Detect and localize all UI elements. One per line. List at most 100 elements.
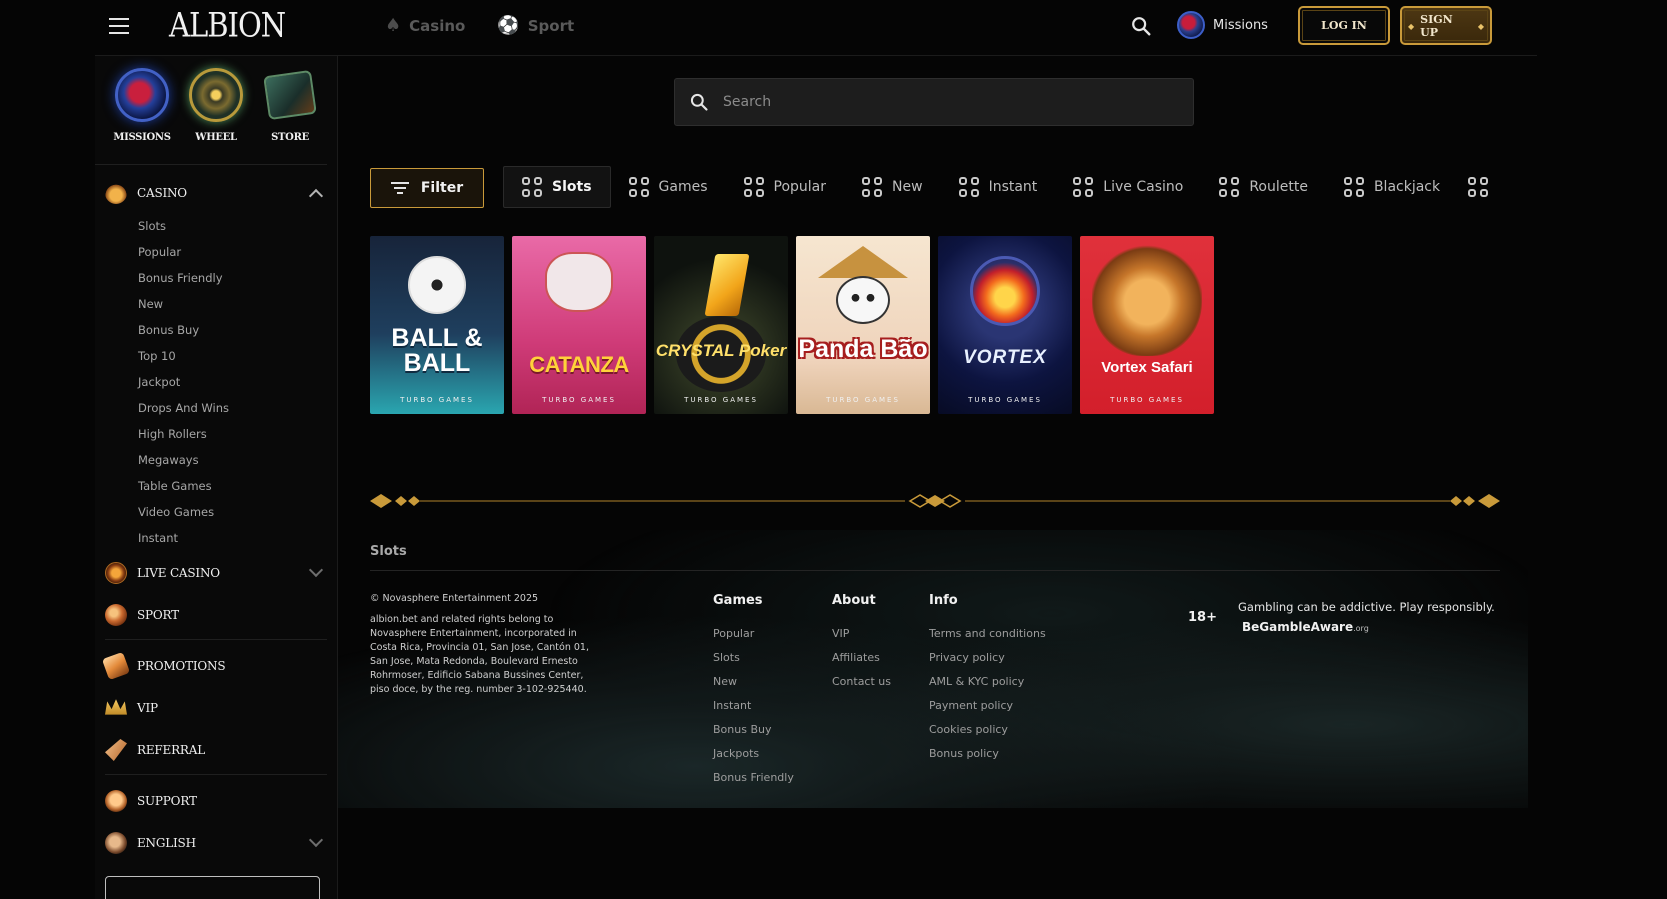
game-tile-crystal-poker[interactable]: CRYSTAL Poker TURBO GAMES bbox=[654, 236, 788, 414]
quick-wheel[interactable]: WHEEL bbox=[179, 68, 253, 164]
search-bar[interactable] bbox=[674, 78, 1194, 126]
game-tile-panda-bao[interactable]: Panda Bão TURBO GAMES bbox=[796, 236, 930, 414]
quick-missions-label: MISSIONS bbox=[113, 132, 171, 143]
tab-more[interactable] bbox=[1458, 166, 1498, 208]
soccer-ball-icon bbox=[408, 256, 466, 314]
submenu-item[interactable]: Instant bbox=[138, 525, 327, 551]
category-tabs: Slots Games Popular New Instant Live Cas… bbox=[503, 166, 1498, 208]
signup-button[interactable]: ◆ SIGN UP ◆ bbox=[1400, 6, 1492, 45]
tab-label: Popular bbox=[773, 179, 827, 195]
grid-icon bbox=[522, 177, 542, 197]
chevron-down-icon[interactable] bbox=[308, 562, 324, 578]
sidebar-support-label: SUPPORT bbox=[137, 794, 197, 808]
footer-info-title: Info bbox=[929, 593, 958, 608]
footer-link[interactable]: Contact us bbox=[832, 670, 891, 694]
footer-link[interactable]: Popular bbox=[713, 622, 794, 646]
chevron-down-icon[interactable] bbox=[308, 832, 324, 848]
hamburger-menu-icon[interactable] bbox=[109, 18, 129, 34]
footer-about-column: About VIP Affiliates Contact us bbox=[832, 593, 891, 694]
footer-link[interactable]: Slots bbox=[713, 646, 794, 670]
tab-blackjack[interactable]: Blackjack bbox=[1326, 166, 1458, 208]
divider bbox=[370, 570, 1500, 571]
game-tile-vortex[interactable]: VORTEX TURBO GAMES bbox=[938, 236, 1072, 414]
quick-wheel-label: WHEEL bbox=[195, 132, 237, 143]
submenu-item[interactable]: Megaways bbox=[138, 447, 327, 473]
game-provider: TURBO GAMES bbox=[400, 396, 474, 404]
sidebar-bottom-button[interactable] bbox=[105, 876, 320, 899]
sidebar-item-referral[interactable]: REFERRAL bbox=[105, 730, 327, 770]
quick-store[interactable]: STORE bbox=[253, 68, 327, 164]
sidebar-item-vip[interactable]: VIP bbox=[105, 688, 327, 728]
submenu-item[interactable]: New bbox=[138, 291, 327, 317]
sidebar-item-language[interactable]: ENGLISH bbox=[105, 823, 327, 863]
footer-link[interactable]: Bonus Buy bbox=[713, 718, 794, 742]
search-icon[interactable] bbox=[1130, 15, 1152, 37]
footer-link[interactable]: AML & KYC policy bbox=[929, 670, 1046, 694]
footer-link[interactable]: Jackpots bbox=[713, 742, 794, 766]
footer-link[interactable]: VIP bbox=[832, 622, 891, 646]
horn-icon bbox=[105, 739, 127, 761]
copyright: © Novasphere Entertainment 2025 bbox=[370, 593, 539, 604]
footer-link[interactable]: Payment policy bbox=[929, 694, 1046, 718]
responsible-gambling-warning: Gambling can be addictive. Play responsi… bbox=[1238, 600, 1495, 614]
logo[interactable]: ALBION bbox=[169, 5, 286, 44]
tab-roulette[interactable]: Roulette bbox=[1201, 166, 1326, 208]
missions-button[interactable]: Missions bbox=[1177, 11, 1268, 39]
cat-icon bbox=[545, 252, 613, 312]
game-tile-catanza[interactable]: CATANZA TURBO GAMES bbox=[512, 236, 646, 414]
footer-link[interactable]: Cookies policy bbox=[929, 718, 1046, 742]
tab-games[interactable]: Games bbox=[611, 166, 726, 208]
footer-link[interactable]: Bonus Friendly bbox=[713, 766, 794, 790]
tab-popular[interactable]: Popular bbox=[726, 166, 845, 208]
submenu-item[interactable]: Bonus Buy bbox=[138, 317, 327, 343]
tab-new[interactable]: New bbox=[844, 166, 941, 208]
submenu-item[interactable]: High Rollers bbox=[138, 421, 327, 447]
footer-link[interactable]: Affiliates bbox=[832, 646, 891, 670]
sidebar-item-casino[interactable]: CASINO bbox=[105, 173, 327, 213]
wheel-icon bbox=[189, 68, 243, 122]
nav-casino[interactable]: ♠ Casino bbox=[385, 15, 465, 36]
game-title: CATANZA bbox=[529, 352, 629, 377]
submenu-item[interactable]: Table Games bbox=[138, 473, 327, 499]
legal-text: albion.bet and related rights belong to … bbox=[370, 614, 589, 695]
submenu-item[interactable]: Bonus Friendly bbox=[138, 265, 327, 291]
divider bbox=[105, 639, 327, 640]
casino-submenu: Slots Popular Bonus Friendly New Bonus B… bbox=[105, 213, 327, 551]
game-tile-vortex-safari[interactable]: Vortex Safari TURBO GAMES bbox=[1080, 236, 1214, 414]
filter-button[interactable]: Filter bbox=[370, 168, 484, 208]
sidebar-item-support[interactable]: SUPPORT bbox=[105, 781, 327, 821]
submenu-item[interactable]: Drops And Wins bbox=[138, 395, 327, 421]
treasure-chest-icon bbox=[263, 69, 317, 121]
footer-link[interactable]: Bonus policy bbox=[929, 742, 1046, 766]
age-badge: 18+ bbox=[1188, 610, 1217, 625]
nav-sport[interactable]: ⚽ Sport bbox=[497, 15, 574, 36]
submenu-item[interactable]: Jackpot bbox=[138, 369, 327, 395]
tab-label: Live Casino bbox=[1103, 179, 1184, 195]
filter-icon bbox=[390, 182, 409, 194]
tab-live-casino[interactable]: Live Casino bbox=[1055, 166, 1201, 208]
chevron-up-icon[interactable] bbox=[308, 188, 324, 204]
submenu-item[interactable]: Video Games bbox=[138, 499, 327, 525]
spade-icon: ♠ bbox=[385, 15, 402, 36]
begambleaware-logo[interactable]: BeGambleAware.org bbox=[1242, 620, 1369, 634]
sidebar-item-promotions[interactable]: PROMOTIONS bbox=[101, 646, 327, 686]
game-title: CRYSTAL Poker bbox=[655, 341, 787, 360]
quick-missions[interactable]: MISSIONS bbox=[105, 68, 179, 164]
login-button[interactable]: LOG IN bbox=[1298, 6, 1390, 45]
game-tile-ball-and-ball[interactable]: BALL & BALL TURBO GAMES bbox=[370, 236, 504, 414]
search-input[interactable] bbox=[723, 94, 1153, 110]
footer-link[interactable]: Instant bbox=[713, 694, 794, 718]
tab-slots[interactable]: Slots bbox=[503, 166, 611, 208]
aware-suffix: .org bbox=[1353, 624, 1369, 633]
chat-bubble-icon bbox=[105, 790, 127, 812]
footer-link[interactable]: New bbox=[713, 670, 794, 694]
submenu-item[interactable]: Slots bbox=[138, 213, 327, 239]
tab-instant[interactable]: Instant bbox=[941, 166, 1056, 208]
sidebar-item-sport[interactable]: SPORT bbox=[105, 595, 327, 635]
footer-link[interactable]: Privacy policy bbox=[929, 646, 1046, 670]
hat-icon bbox=[818, 246, 908, 278]
sidebar-item-live-casino[interactable]: LIVE CASINO bbox=[105, 553, 327, 593]
footer-link[interactable]: Terms and conditions bbox=[929, 622, 1046, 646]
submenu-item[interactable]: Popular bbox=[138, 239, 327, 265]
submenu-item[interactable]: Top 10 bbox=[138, 343, 327, 369]
